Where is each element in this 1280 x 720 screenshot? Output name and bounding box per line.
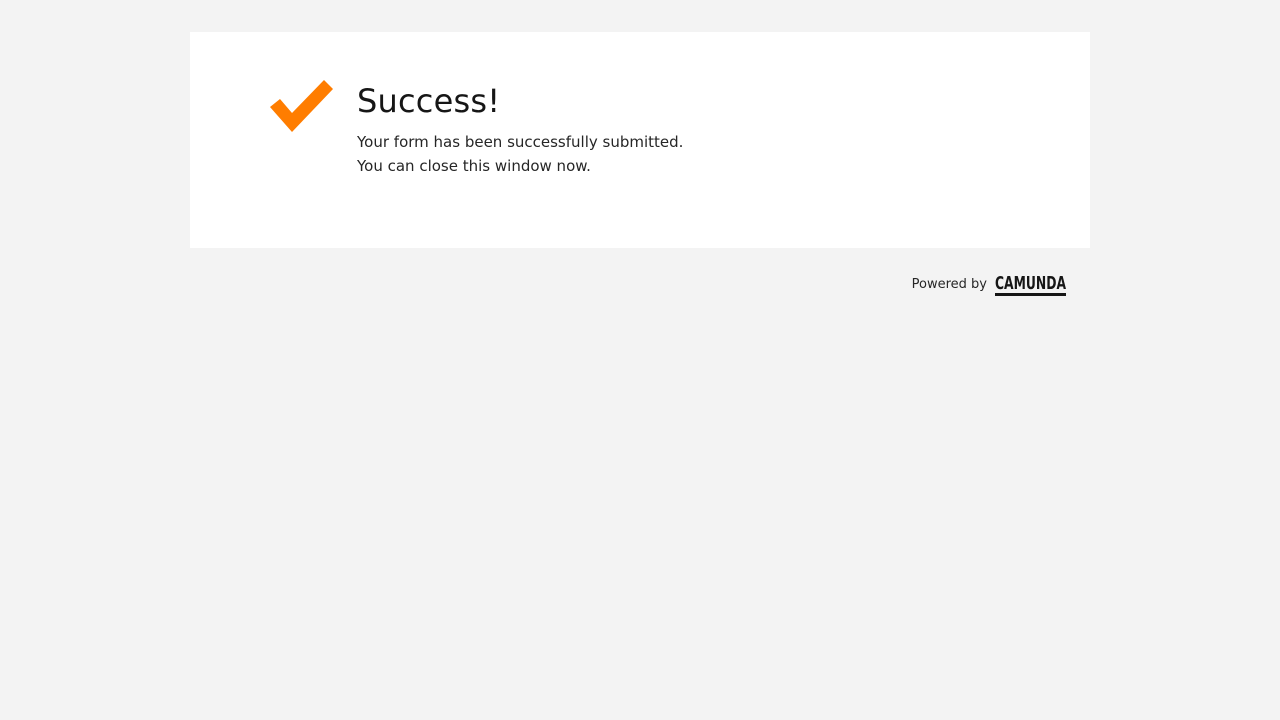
success-message-line-2: You can close this window now. <box>357 157 591 175</box>
success-message: Your form has been successfully submitte… <box>357 130 1037 178</box>
success-message-line-1: Your form has been successfully submitte… <box>357 133 684 151</box>
checkmark-icon <box>270 80 334 134</box>
powered-by-label: Powered by <box>911 277 987 292</box>
svg-text:CAMUNDA: CAMUNDA <box>995 273 1066 294</box>
success-content: Success! Your form has been successfully… <box>357 82 1037 178</box>
success-page: Success! Your form has been successfully… <box>0 0 1280 720</box>
success-title: Success! <box>357 82 501 120</box>
powered-by-footer: Powered by CAMUNDA <box>912 272 1066 298</box>
success-card: Success! Your form has been successfully… <box>190 32 1090 248</box>
camunda-logo: CAMUNDA <box>995 272 1066 298</box>
